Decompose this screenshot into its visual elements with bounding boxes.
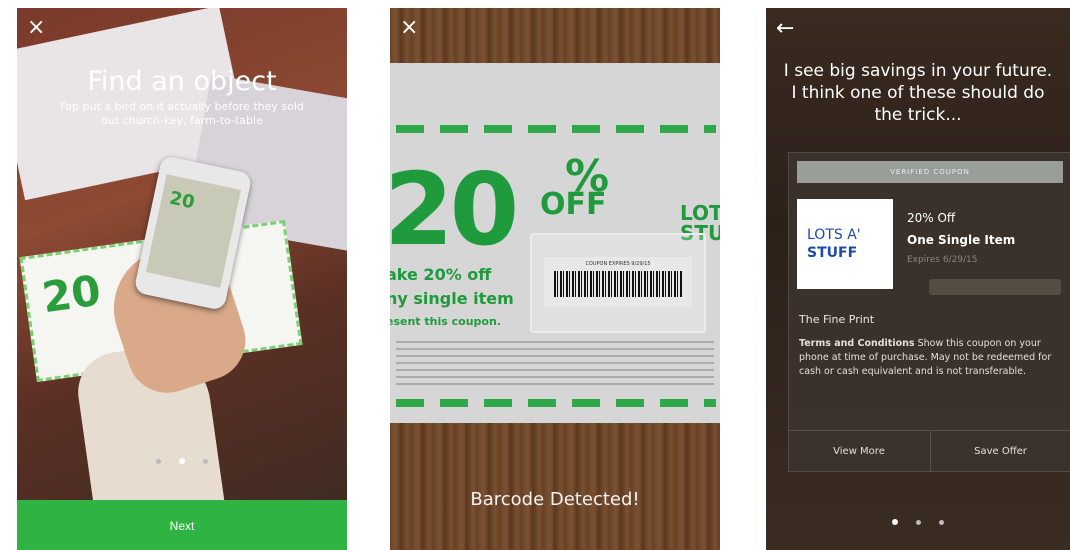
phone-screen: 20 xyxy=(145,174,241,288)
page-dot[interactable] xyxy=(156,459,161,464)
page-dot-active[interactable] xyxy=(179,458,185,464)
coupon-discount: 20 xyxy=(39,265,104,323)
brand-logo-line1: LOTS A' xyxy=(807,227,861,243)
scanner-screen: 20 % OFF LOTS STU ake 20% off ny single … xyxy=(390,8,720,550)
offer-expires: Expires 6/29/15 xyxy=(907,255,978,265)
barcode-scan-frame: COUPON EXPIRES 9/29/15 xyxy=(530,233,706,333)
terms-text: Terms and Conditions Show this coupon on… xyxy=(799,337,1061,379)
coupon-border-top xyxy=(396,125,716,133)
blurred-detail xyxy=(929,279,1061,295)
scanned-coupon: 20 % OFF LOTS STU ake 20% off ny single … xyxy=(390,63,720,423)
close-icon[interactable]: × xyxy=(27,16,51,40)
barcode-expires: COUPON EXPIRES 9/29/15 xyxy=(585,261,651,267)
offer-discount: 20% Off xyxy=(907,211,956,225)
terms-label: Terms and Conditions xyxy=(799,338,915,349)
pagination-dots xyxy=(17,449,347,468)
coupon-border-bottom xyxy=(396,399,716,407)
brand-logo-line2: STUFF xyxy=(807,245,858,261)
coupon-line-2: ny single item xyxy=(390,289,514,308)
offer-screen: ← I see big savings in your future. I th… xyxy=(766,8,1070,550)
coupon-line-1: ake 20% off xyxy=(390,265,492,284)
verified-coupon-badge: VERIFIED COUPON xyxy=(797,161,1063,183)
fine-print-title: The Fine Print xyxy=(799,313,875,326)
barcode: COUPON EXPIRES 9/29/15 xyxy=(544,257,692,307)
onboarding-title: Find an object xyxy=(87,66,277,97)
close-icon[interactable]: × xyxy=(400,16,424,40)
page-dot[interactable] xyxy=(916,520,921,525)
brand-logo: LOTS A' STUFF xyxy=(797,199,893,289)
pagination-dots xyxy=(766,510,1070,529)
coupon-big-number: 20 xyxy=(390,151,519,268)
view-more-button[interactable]: View More xyxy=(789,431,929,471)
page-dot-active[interactable] xyxy=(892,519,898,525)
page-dot[interactable] xyxy=(203,459,208,464)
onboarding-subtitle: Fap put a bird on it actually before the… xyxy=(60,100,304,127)
barcode-bars xyxy=(554,271,682,297)
back-arrow-icon[interactable]: ← xyxy=(776,18,794,40)
offer-item: One Single Item xyxy=(907,233,1016,247)
next-button[interactable]: Next xyxy=(17,500,347,550)
coupon-off: OFF xyxy=(540,187,607,222)
coupon-line-3: esent this coupon. xyxy=(390,315,501,328)
card-actions: View More Save Offer xyxy=(789,430,1070,471)
offer-heading: I see big savings in your future. I thin… xyxy=(783,61,1053,125)
coupon-fine-print xyxy=(396,341,714,385)
save-offer-button[interactable]: Save Offer xyxy=(930,431,1070,471)
onboarding-screen-find-object: 20 20 × Find an object Fap put a bird on… xyxy=(17,8,347,550)
phone-coupon-number: 20 xyxy=(167,187,197,214)
offer-card: VERIFIED COUPON LOTS A' STUFF 20% Off On… xyxy=(788,152,1070,472)
page-dot[interactable] xyxy=(939,520,944,525)
barcode-detected-label: Barcode Detected! xyxy=(470,489,640,510)
